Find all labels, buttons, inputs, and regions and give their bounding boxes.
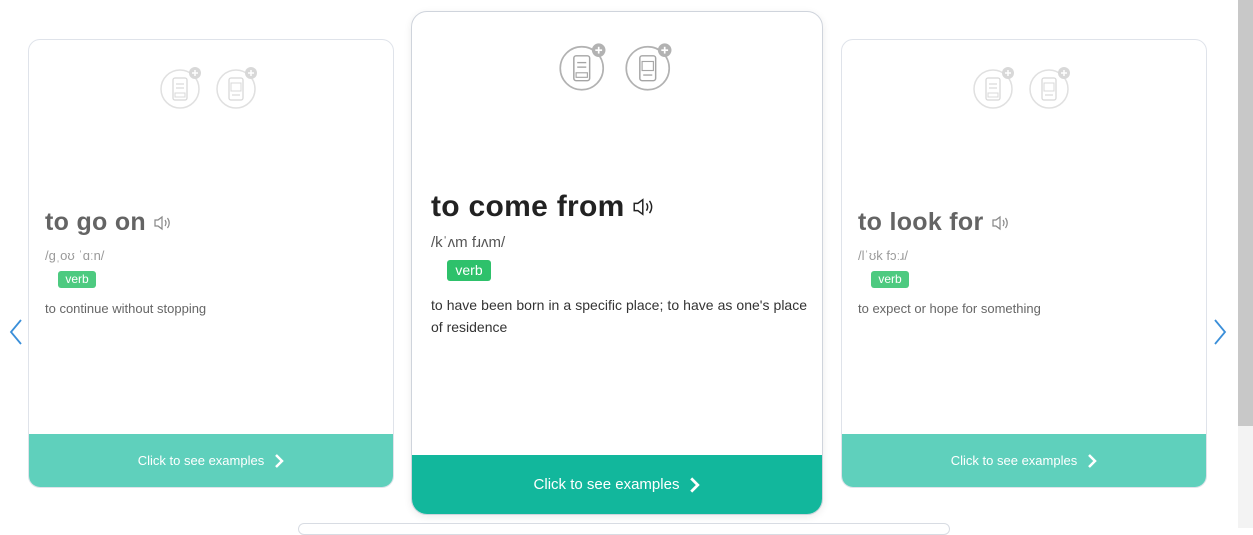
word-card-prev[interactable]: to go on /ɡˌoʊ ˈɑːn/ verb to continue wi… bbox=[28, 39, 394, 488]
add-wordlist-icon bbox=[216, 67, 257, 109]
definition: to have been born in a specific place; t… bbox=[431, 297, 807, 335]
headword-row: to come from bbox=[431, 190, 655, 224]
add-flashcard-button[interactable] bbox=[558, 40, 610, 92]
see-examples-label: Click to see examples bbox=[950, 453, 1078, 468]
headword-row: to go on bbox=[45, 208, 172, 237]
definition: to continue without stopping bbox=[45, 301, 207, 316]
scrollbar-thumb[interactable] bbox=[1238, 0, 1253, 426]
headword-row: to look for bbox=[858, 208, 1010, 237]
headword: to look for bbox=[858, 208, 984, 236]
see-examples-button[interactable]: Click to see examples bbox=[842, 434, 1206, 487]
card-actions bbox=[972, 64, 1074, 110]
see-examples-label: Click to see examples bbox=[533, 476, 680, 493]
part-of-speech-badge: verb bbox=[58, 271, 96, 288]
part-of-speech-badge: verb bbox=[871, 271, 909, 288]
headword: to go on bbox=[45, 208, 146, 236]
chevron-right-icon bbox=[1087, 453, 1097, 469]
chevron-right-icon bbox=[1214, 319, 1227, 345]
pronunciation-button[interactable] bbox=[633, 197, 655, 217]
add-flashcard-icon bbox=[973, 67, 1014, 109]
see-examples-button[interactable]: Click to see examples bbox=[29, 434, 393, 487]
phonetic-transcription: /ɡˌoʊ ˈɑːn/ bbox=[45, 248, 105, 263]
word-card-current[interactable]: to come from /kˈʌm fɹʌm/ verb to have be… bbox=[411, 11, 823, 515]
phonetic-transcription: /kˈʌm fɹʌm/ bbox=[431, 234, 506, 251]
definition: to expect or hope for something bbox=[858, 301, 1041, 316]
chevron-right-icon bbox=[274, 453, 284, 469]
card-actions bbox=[558, 40, 676, 92]
speaker-icon bbox=[991, 215, 1008, 230]
chevron-left-icon bbox=[9, 319, 22, 345]
chevron-right-icon bbox=[689, 476, 701, 494]
part-of-speech-badge: verb bbox=[447, 260, 491, 281]
pronunciation-button[interactable] bbox=[154, 215, 172, 231]
add-wordlist-icon bbox=[625, 43, 672, 91]
add-flashcard-icon bbox=[160, 67, 201, 109]
headword: to come from bbox=[431, 190, 625, 223]
word-card-next[interactable]: to look for /lˈʊk fɔːɹ/ verb to expect o… bbox=[841, 39, 1207, 488]
add-wordlist-button[interactable] bbox=[1028, 64, 1074, 110]
see-examples-button[interactable]: Click to see examples bbox=[412, 455, 822, 514]
add-flashcard-button[interactable] bbox=[972, 64, 1018, 110]
add-wordlist-icon bbox=[1029, 67, 1070, 109]
pronunciation-button[interactable] bbox=[991, 215, 1010, 231]
phonetic-transcription: /lˈʊk fɔːɹ/ bbox=[858, 248, 908, 263]
add-wordlist-button[interactable] bbox=[215, 64, 261, 110]
carousel-prev-button[interactable] bbox=[9, 318, 23, 346]
speaker-icon bbox=[154, 215, 170, 230]
see-examples-label: Click to see examples bbox=[137, 453, 265, 468]
add-flashcard-button[interactable] bbox=[159, 64, 205, 110]
carousel-next-button[interactable] bbox=[1213, 318, 1227, 346]
speaker-icon bbox=[633, 198, 652, 216]
add-flashcard-icon bbox=[559, 43, 606, 91]
card-actions bbox=[159, 64, 261, 110]
lower-panel-edge bbox=[298, 523, 950, 535]
add-wordlist-button[interactable] bbox=[624, 40, 676, 92]
